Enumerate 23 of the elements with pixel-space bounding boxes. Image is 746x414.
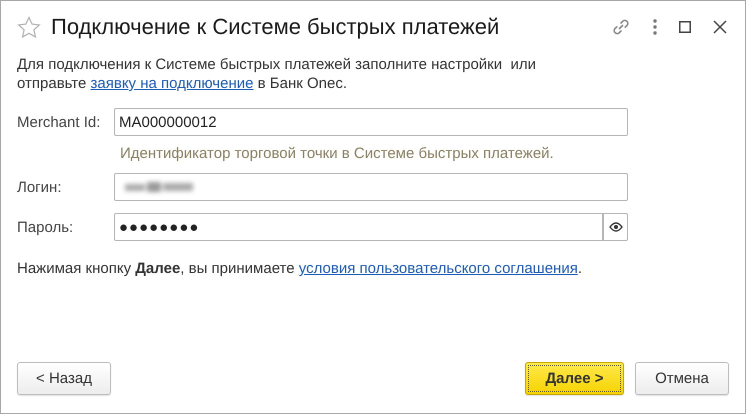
link-icon[interactable] xyxy=(611,17,631,37)
maximize-icon[interactable] xyxy=(679,21,691,33)
field-label: Merchant Id: xyxy=(17,114,102,130)
window-title: Подключение к Системе быстрых платежей xyxy=(51,14,500,40)
password-field[interactable]: ●●●●●●●● xyxy=(114,213,603,241)
agreement-link[interactable]: условия пользовательского соглашения xyxy=(298,260,578,277)
close-icon[interactable] xyxy=(713,20,727,34)
field-hint: Идентификатор торговой точки в Системе быстрых платежей. xyxy=(119,144,555,164)
star-icon[interactable] xyxy=(17,16,41,38)
back-button[interactable]: < Назад xyxy=(17,362,111,395)
field-label: Пароль: xyxy=(17,218,74,236)
merchant-id-field[interactable]: MA000000012 xyxy=(114,108,628,136)
blurred-value-drawing xyxy=(125,181,195,193)
next-button[interactable]: Далее > xyxy=(525,362,624,395)
request-link[interactable]: заявку на подключение xyxy=(90,75,254,92)
cancel-button[interactable]: Отмена xyxy=(635,362,729,395)
agreement-text: Нажимая кнопку Далее, вы принимаете условия пользовательского соглашения. xyxy=(17,260,583,277)
eye-icon xyxy=(608,222,622,232)
show-password-button[interactable] xyxy=(603,213,628,241)
field-label: Логин: xyxy=(17,178,62,196)
more-icon[interactable] xyxy=(653,19,657,35)
login-field[interactable] xyxy=(114,173,628,201)
intro-text: Для подключения к Системе быстрых платежей заполните настройки или отправьте заявку на подключение в Банк Onec. xyxy=(17,55,537,93)
